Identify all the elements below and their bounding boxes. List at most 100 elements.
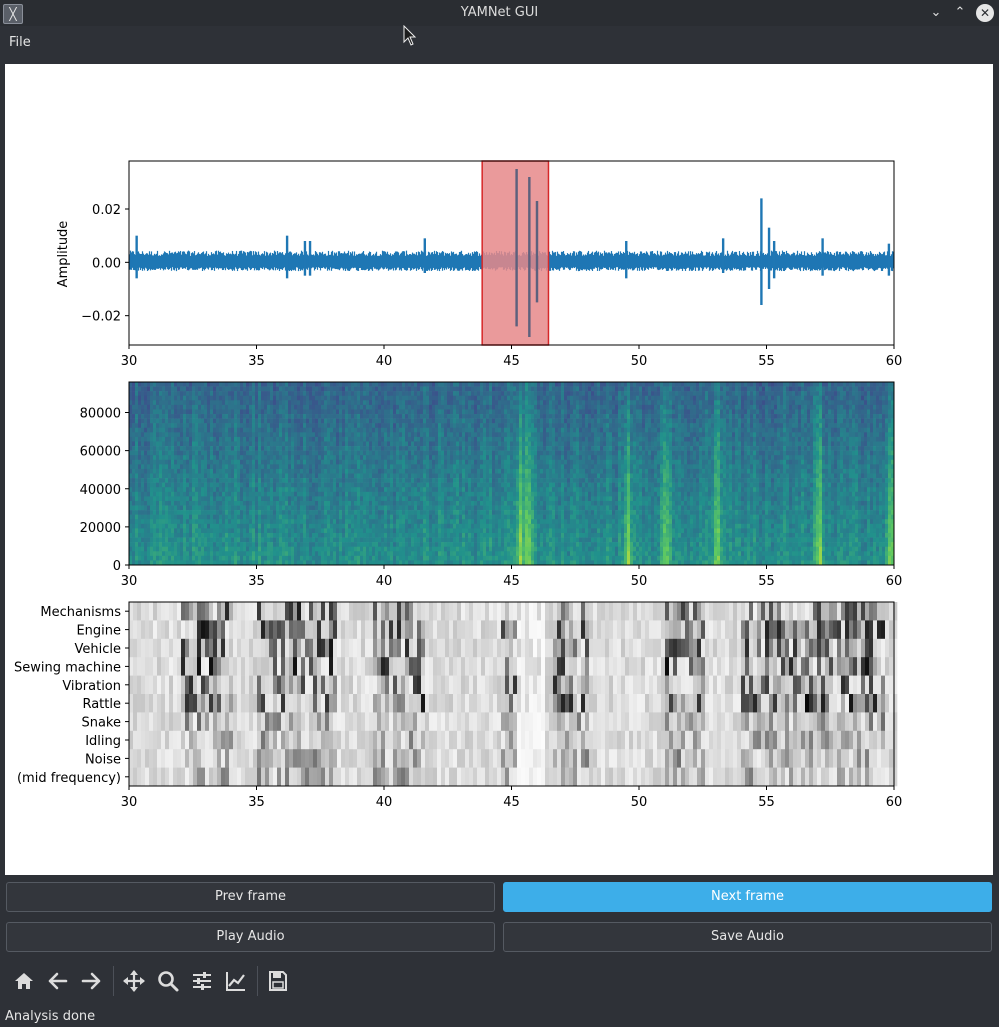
spectrogram-cell (207, 382, 211, 387)
spectrogram-cell (186, 546, 190, 552)
spectrogram-cell (237, 455, 241, 461)
spectrogram-cell (279, 423, 283, 429)
spectrogram-cell (405, 537, 409, 543)
spectrogram-cell (294, 436, 298, 442)
spectrogram-cell (303, 514, 307, 520)
spectrogram-cell (147, 423, 151, 429)
spectrogram-cell (438, 542, 442, 547)
spectrogram-cell (240, 537, 244, 543)
spectrogram-cell (198, 537, 202, 543)
spectrogram-cell (321, 478, 325, 483)
spectrogram-cell (378, 487, 382, 493)
close-icon[interactable]: ✕ (976, 4, 994, 22)
spectrogram-cell (162, 459, 166, 465)
spectrogram-cell (279, 491, 283, 497)
spectrogram-cell (294, 446, 298, 451)
spectrogram-cell (357, 473, 361, 479)
spectrogram-cell (201, 441, 205, 447)
maximize-icon[interactable]: ⌃ (950, 3, 970, 23)
spectrogram-cell (387, 455, 391, 461)
figure-canvas[interactable]: 0.02 0.00 −0.02 30 35 40 45 50 55 60 Amplitude 8… (5, 64, 993, 875)
spectrogram-cell (366, 546, 370, 552)
spectrogram-cell (141, 432, 145, 438)
spectrogram-cell (342, 505, 346, 511)
spectrogram-cell (228, 491, 232, 497)
spectrogram-cell (261, 532, 265, 538)
spectrogram-cell (276, 404, 280, 410)
spectrogram-cell (390, 423, 394, 429)
spectrogram-cell (429, 464, 433, 470)
spectrogram-cell (330, 414, 334, 419)
spectrogram-cell (378, 404, 382, 410)
spectrogram-cell (237, 473, 241, 479)
spectrogram-cell (288, 432, 292, 438)
minimize-icon[interactable]: ⌄ (926, 3, 946, 23)
spectrogram-cell (243, 455, 247, 461)
spectrogram-cell (288, 532, 292, 538)
selection-region[interactable] (481, 160, 550, 346)
spectrogram-cell (285, 542, 289, 547)
spectrogram-cell (411, 459, 415, 465)
spectrogram-cell (282, 500, 286, 506)
spectrogram-cell (342, 446, 346, 451)
spectrogram-cell (321, 491, 325, 497)
spectrogram-cell (417, 418, 421, 424)
spectrogram-cell (243, 423, 247, 429)
spectrogram-cell (162, 542, 166, 547)
spectrogram-cell (180, 505, 184, 511)
spectrogram-cell (357, 487, 361, 493)
spectrogram-cell (201, 386, 205, 392)
spectrogram-cell (195, 523, 199, 529)
spectrogram-cell (180, 542, 184, 547)
spectrogram-cell (234, 519, 238, 525)
spectrogram-cell (327, 487, 331, 493)
spectrogram-cell (309, 491, 313, 497)
spectrogram-cell (186, 404, 190, 410)
spectrogram-cell (174, 528, 178, 534)
spectrogram-cell (216, 500, 220, 506)
spectrogram-cell (183, 510, 187, 515)
spectrogram-cell (276, 441, 280, 447)
spectrogram-cell (408, 491, 412, 497)
spectrogram-cell (363, 391, 367, 397)
spectrogram-cell (309, 409, 313, 415)
spectrogram-cell (402, 500, 406, 506)
spectrogram-cell (351, 409, 355, 415)
spectrogram-cell (222, 436, 226, 442)
menu-file[interactable]: File (9, 35, 31, 50)
spectrogram-cell (327, 395, 331, 401)
spectrogram-cell (312, 427, 316, 433)
spectrogram-cell (342, 510, 346, 515)
spectrogram-cell (441, 404, 445, 410)
spectrogram-cell (204, 496, 208, 502)
spectrogram-cell (273, 496, 277, 502)
spectrogram-cell (300, 491, 304, 497)
spectrogram-cell (183, 537, 187, 543)
spectrogram-cell (345, 382, 349, 387)
spectrogram-cell (294, 432, 298, 438)
spectrogram-cell (333, 523, 337, 529)
spectrogram-cell (378, 505, 382, 511)
spectrogram-cell (315, 500, 319, 506)
spectrogram-cell (258, 473, 262, 479)
spectrogram-cell (171, 496, 175, 502)
spectrogram-cell (429, 432, 433, 438)
spectrogram-cell (315, 427, 319, 433)
spectrogram-cell (159, 523, 163, 529)
spectrogram-cell (264, 496, 268, 502)
spectrogram-cell (369, 441, 373, 447)
spectrogram-cell (363, 519, 367, 525)
spectrogram-cell (354, 464, 358, 470)
spectrogram-cell (204, 528, 208, 534)
spectrogram-cell (402, 487, 406, 493)
spectrogram-cell (213, 542, 217, 547)
spectrogram-cell (255, 414, 259, 419)
spectrogram-cell (237, 500, 241, 506)
spectrogram-cell (207, 459, 211, 465)
spectrogram-cell (192, 414, 196, 419)
spectrogram-cell (165, 487, 169, 493)
spectrogram-cell (276, 478, 280, 483)
spectrogram-cell (393, 500, 397, 506)
spectrogram-cell (288, 537, 292, 543)
spectrogram-cell (180, 510, 184, 515)
